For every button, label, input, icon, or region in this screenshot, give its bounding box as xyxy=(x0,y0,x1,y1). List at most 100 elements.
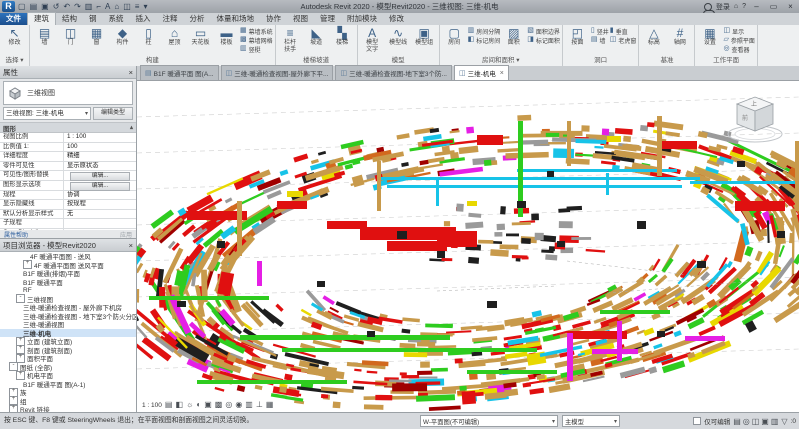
tree-item[interactable]: 三维-暖通检查视图 - 地下室3个防火分区 xyxy=(0,312,136,321)
drawing-area[interactable]: 上 前 1 : 100 ▤◧☼◐▣▩◎◉▥⊥▦ xyxy=(137,81,799,412)
ribbon-tab[interactable]: 插入 xyxy=(130,13,157,25)
tool-button[interactable]: ◣坡道 xyxy=(304,26,329,47)
help-icon[interactable]: ? xyxy=(742,3,746,10)
tool-button[interactable]: ▧面积边界 xyxy=(527,27,560,35)
crop-view-icon[interactable]: ▣ xyxy=(204,400,212,410)
ribbon-tab[interactable]: 结构 xyxy=(56,13,83,25)
reveal-hidden-icon[interactable]: ◉ xyxy=(235,400,242,410)
tool-button[interactable]: ◆构件 xyxy=(110,26,135,47)
temporary-hide-isolate-icon[interactable]: ◎ xyxy=(225,400,232,410)
tool-button[interactable]: ▢房间 xyxy=(442,26,467,47)
ribbon-tab[interactable]: 修改 xyxy=(383,13,410,25)
tool-button[interactable]: ▥竖梃 xyxy=(240,45,273,53)
tool-button[interactable]: ▮垂直 xyxy=(610,27,637,35)
tool-button[interactable]: ◎查看器 xyxy=(723,45,754,53)
property-value[interactable]: 按规程 xyxy=(64,200,136,209)
tool-button[interactable]: ▱参照平面 xyxy=(723,36,754,44)
tool-button[interactable]: ▤墙 xyxy=(591,36,609,44)
tree-item[interactable]: +剖面 (建筑剖面) xyxy=(0,346,136,355)
ribbon-tab[interactable]: 视图 xyxy=(287,13,314,25)
close-button[interactable]: × xyxy=(784,0,797,13)
ribbon-panel-label[interactable]: 工作平面 xyxy=(695,55,756,66)
tool-button[interactable]: ⌂屋顶 xyxy=(162,26,187,47)
ribbon-tab[interactable]: 管理 xyxy=(314,13,341,25)
view-tab[interactable]: ◫三维-机电× xyxy=(454,65,509,80)
temporary-view-properties-icon[interactable]: ▥ xyxy=(245,400,253,410)
tool-button[interactable]: ▚楼梯 xyxy=(330,26,355,47)
property-value[interactable] xyxy=(64,219,136,228)
property-value[interactable]: 100 xyxy=(64,143,136,152)
project-browser-close-icon[interactable]: × xyxy=(129,241,133,250)
tree-item[interactable]: +Revit 链接 xyxy=(0,405,136,412)
design-option-select[interactable]: 主模型▾ xyxy=(562,415,620,427)
tool-button[interactable]: ▦窗 xyxy=(84,26,109,47)
ribbon-tab[interactable]: 附加模块 xyxy=(341,13,383,25)
ribbon-tab[interactable]: 体量和场地 xyxy=(211,13,261,25)
view-tab[interactable]: ▤B1F 暖通平面 图(A... xyxy=(140,65,219,80)
view-tab[interactable]: ◫三维-暖通检查视图-地下室3个防... xyxy=(335,65,452,80)
sun-path-icon[interactable]: ☼ xyxy=(186,400,193,410)
store-icon[interactable]: ⌂ xyxy=(734,3,738,10)
drag-selection-icon[interactable]: ▥ xyxy=(771,417,779,426)
restore-button[interactable]: ▭ xyxy=(767,0,780,13)
tool-button[interactable]: ▦设置 xyxy=(697,26,722,47)
ribbon-tab[interactable]: 钢 xyxy=(83,13,103,25)
tree-item[interactable]: B1F 暖通(排烟)平面 xyxy=(0,269,136,278)
minimize-button[interactable]: – xyxy=(750,0,763,13)
background-process-icon[interactable]: ◎ xyxy=(743,417,750,426)
shadows-icon[interactable]: ◐ xyxy=(196,400,201,410)
tool-button[interactable]: ▩幕墙网格 xyxy=(240,36,273,44)
ribbon-tab[interactable]: 文件 xyxy=(0,13,27,25)
tool-button[interactable]: ◰按面 xyxy=(565,26,590,47)
ribbon-panel-label[interactable]: 选择 ▾ xyxy=(0,55,29,66)
section-graphics[interactable]: 图形 xyxy=(3,123,16,133)
select-link-icon[interactable]: ◫ xyxy=(752,417,760,426)
property-value[interactable]: 精细 xyxy=(64,152,136,161)
property-value[interactable]: 显示原状态 xyxy=(64,162,136,171)
tool-button[interactable]: ◨标记面积 xyxy=(527,36,560,44)
detail-level-icon[interactable]: ▤ xyxy=(165,400,173,410)
edit-button[interactable]: 编辑... xyxy=(70,182,130,191)
scale-button[interactable]: 1 : 100 xyxy=(142,402,162,409)
tool-button[interactable]: ◫门 xyxy=(58,26,83,47)
ribbon-panel-label[interactable]: 基准 xyxy=(639,55,694,66)
view-tab[interactable]: ◫三维-暖通检查视图-屋外廊下平... xyxy=(221,65,334,80)
tool-button[interactable]: ▨面积 xyxy=(501,26,526,47)
editable-only-checkbox[interactable] xyxy=(693,417,701,425)
property-value[interactable]: 无 xyxy=(64,210,136,219)
tree-expander[interactable]: + xyxy=(9,405,18,412)
ribbon-tab[interactable]: 建筑 xyxy=(27,12,56,25)
signin-button[interactable]: 登录 xyxy=(716,2,730,12)
edit-type-button[interactable]: 编辑类型 xyxy=(93,107,133,120)
visual-style-icon[interactable]: ◧ xyxy=(175,400,183,410)
tool-button[interactable]: ▭天花板 xyxy=(188,26,213,47)
ribbon-panel-label[interactable]: 洞口 xyxy=(563,55,639,66)
tool-button[interactable]: ▬楼板 xyxy=(214,26,239,47)
tool-button[interactable]: ▦幕墙系统 xyxy=(240,27,273,35)
tool-button[interactable]: ∿模型线 xyxy=(386,26,411,47)
tree-item[interactable]: 三维-暖通视图 xyxy=(0,320,136,329)
properties-close-icon[interactable]: × xyxy=(129,68,133,77)
ribbon-tab[interactable]: 分析 xyxy=(184,13,211,25)
tree-item[interactable]: B1F 暖通平面 xyxy=(0,278,136,287)
view-cube[interactable]: 上 前 xyxy=(723,87,787,145)
tool-button[interactable]: #轴网 xyxy=(667,26,692,47)
filter-icon[interactable]: ▽ xyxy=(781,417,787,426)
tool-button[interactable]: ▯柱 xyxy=(136,26,161,47)
worksharing-display-icon[interactable]: ▦ xyxy=(266,400,274,410)
ribbon-tab[interactable]: 系统 xyxy=(103,13,130,25)
model-canvas[interactable] xyxy=(137,81,799,412)
tool-button[interactable]: ↖修改 xyxy=(2,26,27,47)
tree-item[interactable]: RF xyxy=(0,286,136,295)
ribbon-tab[interactable]: 注释 xyxy=(157,13,184,25)
worksharing-display-icon[interactable]: ▤ xyxy=(733,417,741,426)
tool-button[interactable]: A模型 文字 xyxy=(360,26,385,53)
select-pinned-icon[interactable]: ▣ xyxy=(761,417,769,426)
tool-button[interactable]: ▤墙 xyxy=(32,26,57,47)
property-value[interactable]: 1 : 100 xyxy=(64,133,136,142)
view-tab-close-icon[interactable]: × xyxy=(498,70,504,77)
edit-button[interactable]: 编辑... xyxy=(70,172,130,181)
show-constraints-icon[interactable]: ⊥ xyxy=(256,400,263,410)
tool-button[interactable]: ◫老虎窗 xyxy=(610,36,637,44)
show-crop-icon[interactable]: ▩ xyxy=(215,400,223,410)
